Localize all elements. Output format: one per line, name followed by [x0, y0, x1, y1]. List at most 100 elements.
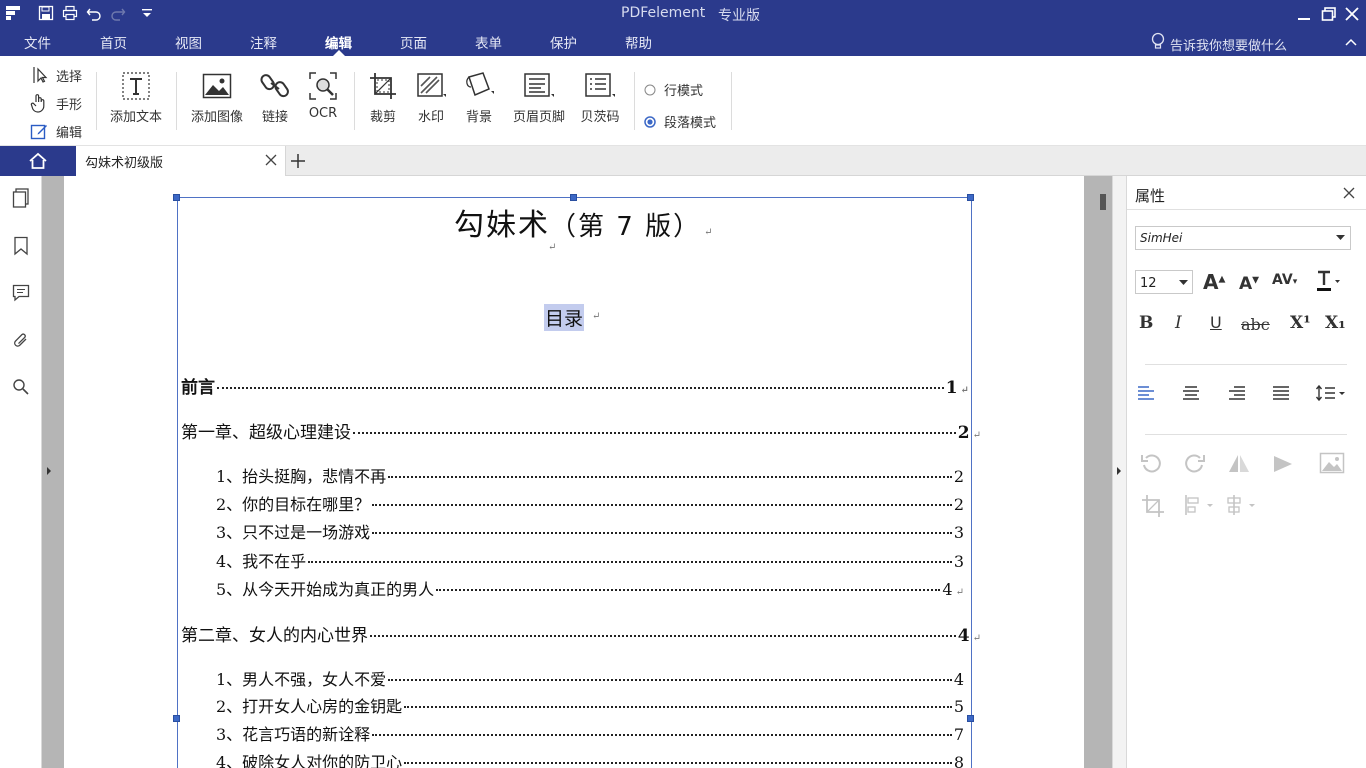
left-panel-collapse-bar[interactable] — [42, 176, 64, 768]
attachment-icon[interactable] — [12, 330, 30, 350]
search-icon[interactable] — [12, 378, 30, 396]
menu-help[interactable]: 帮助 — [625, 32, 652, 52]
document-title-main: 勾妹术 — [454, 208, 550, 243]
tell-me-search[interactable]: 告诉我你想要做什么 — [1170, 35, 1287, 54]
line-mode-radio[interactable]: 行模式 — [644, 80, 703, 99]
new-tab-icon[interactable] — [290, 153, 306, 169]
bold-button[interactable]: B — [1139, 313, 1153, 333]
select-tool[interactable]: 选择 — [30, 64, 82, 86]
print-icon[interactable] — [62, 5, 78, 21]
underline-button[interactable]: U — [1210, 313, 1222, 332]
undo-icon[interactable] — [86, 5, 102, 21]
toc-section-entry: 5、从今天开始成为真正的男人 4 ↵ — [216, 576, 964, 600]
bates-label: 贝茨码 — [580, 110, 620, 125]
background-button[interactable]: 背景 — [453, 70, 505, 125]
header-footer-button[interactable]: 页眉页脚 — [510, 70, 568, 125]
paragraph-mode-radio[interactable]: 段落模式 — [644, 112, 716, 131]
edit-tool[interactable]: 编辑 — [30, 120, 82, 142]
strikethrough-button[interactable]: abc — [1241, 315, 1270, 334]
align-objects-icon[interactable] — [1183, 494, 1217, 516]
bates-button[interactable]: 贝茨码 — [574, 70, 626, 125]
toc-section-entry: 3、花言巧语的新诠释 7 — [216, 721, 964, 745]
toc-entry-text: 第一章、超级心理建设 — [181, 423, 351, 443]
header-footer-icon — [524, 73, 554, 97]
menu-edit[interactable]: 编辑 — [325, 32, 352, 52]
watermark-button[interactable]: 水印 — [405, 70, 457, 125]
quick-access-dropdown-icon[interactable] — [140, 6, 154, 20]
toc-entry-text: 第二章、女人的内心世界 — [181, 626, 368, 646]
align-center-icon[interactable] — [1182, 386, 1200, 400]
flip-vertical-icon[interactable] — [1271, 452, 1295, 476]
edit-label: 编辑 — [56, 125, 83, 141]
rotate-left-icon[interactable] — [1139, 452, 1163, 476]
menu-form[interactable]: 表单 — [475, 32, 502, 52]
toc-section-entry: 3、只不过是一场游戏 3 — [216, 519, 964, 543]
superscript-button[interactable]: X¹ — [1290, 313, 1311, 333]
bookmark-icon[interactable] — [13, 236, 29, 256]
ocr-icon — [309, 72, 337, 100]
ocr-button[interactable]: OCR — [297, 70, 349, 121]
menu-view[interactable]: 视图 — [175, 32, 202, 52]
collapse-right-icon[interactable] — [1115, 466, 1123, 476]
align-left-icon[interactable] — [1137, 386, 1155, 400]
link-label: 链接 — [261, 110, 288, 125]
watermark-icon — [417, 73, 446, 97]
home-tab[interactable] — [0, 146, 76, 176]
expand-left-icon[interactable] — [45, 466, 53, 476]
distribute-objects-icon[interactable] — [1225, 494, 1259, 516]
document-tab[interactable]: 勾妹术初级版 — [76, 146, 286, 176]
subscript-button[interactable]: X₁ — [1325, 313, 1346, 333]
increase-font-size-icon[interactable]: A▲ — [1203, 270, 1225, 294]
menu-protect[interactable]: 保护 — [550, 32, 577, 52]
italic-button[interactable]: I — [1175, 313, 1182, 333]
pdf-page: 勾妹术（第 7 版） ↵ ↵ 目录 ↵ 前言 1 ↵ 第一章、超级心理建设 2 ↵ 1、抬头挺… — [64, 176, 1084, 768]
menu-comment[interactable]: 注释 — [250, 32, 277, 52]
scrollbar-thumb[interactable] — [1100, 194, 1106, 210]
minimize-icon[interactable] — [1296, 7, 1312, 21]
watermark-label: 水印 — [417, 110, 444, 125]
redo-icon[interactable] — [110, 5, 126, 21]
font-color-icon[interactable] — [1315, 270, 1341, 292]
hand-tool[interactable]: 手形 — [30, 92, 82, 114]
crop-image-icon[interactable] — [1141, 494, 1165, 518]
character-spacing-icon[interactable]: AV▾ — [1272, 272, 1297, 288]
add-image-button[interactable]: 添加图像 — [191, 70, 243, 125]
maximize-icon[interactable] — [1321, 7, 1337, 21]
resize-handle[interactable] — [173, 194, 180, 201]
close-panel-icon[interactable] — [1343, 187, 1355, 199]
toc-leader-dots — [370, 635, 956, 637]
close-window-icon[interactable] — [1344, 6, 1360, 22]
document-title-edition: （第 7 版） — [550, 212, 702, 242]
crop-button[interactable]: 裁剪 — [357, 70, 409, 125]
justify-icon[interactable] — [1272, 386, 1290, 400]
comments-icon[interactable] — [12, 284, 30, 302]
close-tab-icon[interactable] — [265, 154, 277, 166]
thumbnails-icon[interactable] — [12, 188, 30, 208]
font-size-value: 12 — [1140, 276, 1157, 291]
line-spacing-icon[interactable] — [1315, 384, 1347, 402]
right-panel-collapse-bar[interactable] — [1112, 176, 1126, 768]
font-family-select[interactable]: SimHei — [1135, 226, 1351, 250]
flip-horizontal-icon[interactable] — [1227, 452, 1251, 476]
menu-home[interactable]: 首页 — [100, 32, 127, 52]
collapse-ribbon-icon[interactable] — [1344, 36, 1358, 48]
align-right-icon[interactable] — [1228, 386, 1246, 400]
resize-handle[interactable] — [173, 715, 180, 722]
save-icon[interactable] — [38, 5, 54, 21]
add-image-label: 添加图像 — [191, 110, 244, 125]
toc-entry-text: 3、花言巧语的新诠释 — [216, 725, 371, 744]
add-text-button[interactable]: 添加文本 — [110, 70, 162, 125]
decrease-font-size-icon[interactable]: A▼ — [1239, 274, 1259, 294]
replace-image-icon[interactable] — [1319, 452, 1345, 474]
rotate-right-icon[interactable] — [1183, 452, 1207, 476]
menu-file[interactable]: 文件 — [24, 32, 51, 52]
link-button[interactable]: 链接 — [249, 70, 301, 125]
toc-section-entry: 1、男人不强，女人不爱 4 — [216, 666, 964, 690]
menu-page[interactable]: 页面 — [400, 32, 427, 52]
app-edition: 专业版 — [718, 8, 760, 24]
font-size-select[interactable]: 12 — [1135, 270, 1193, 294]
toc-leader-dots — [404, 762, 952, 764]
vertical-scrollbar[interactable] — [1084, 176, 1112, 768]
resize-handle[interactable] — [967, 194, 974, 201]
resize-handle[interactable] — [967, 715, 974, 722]
